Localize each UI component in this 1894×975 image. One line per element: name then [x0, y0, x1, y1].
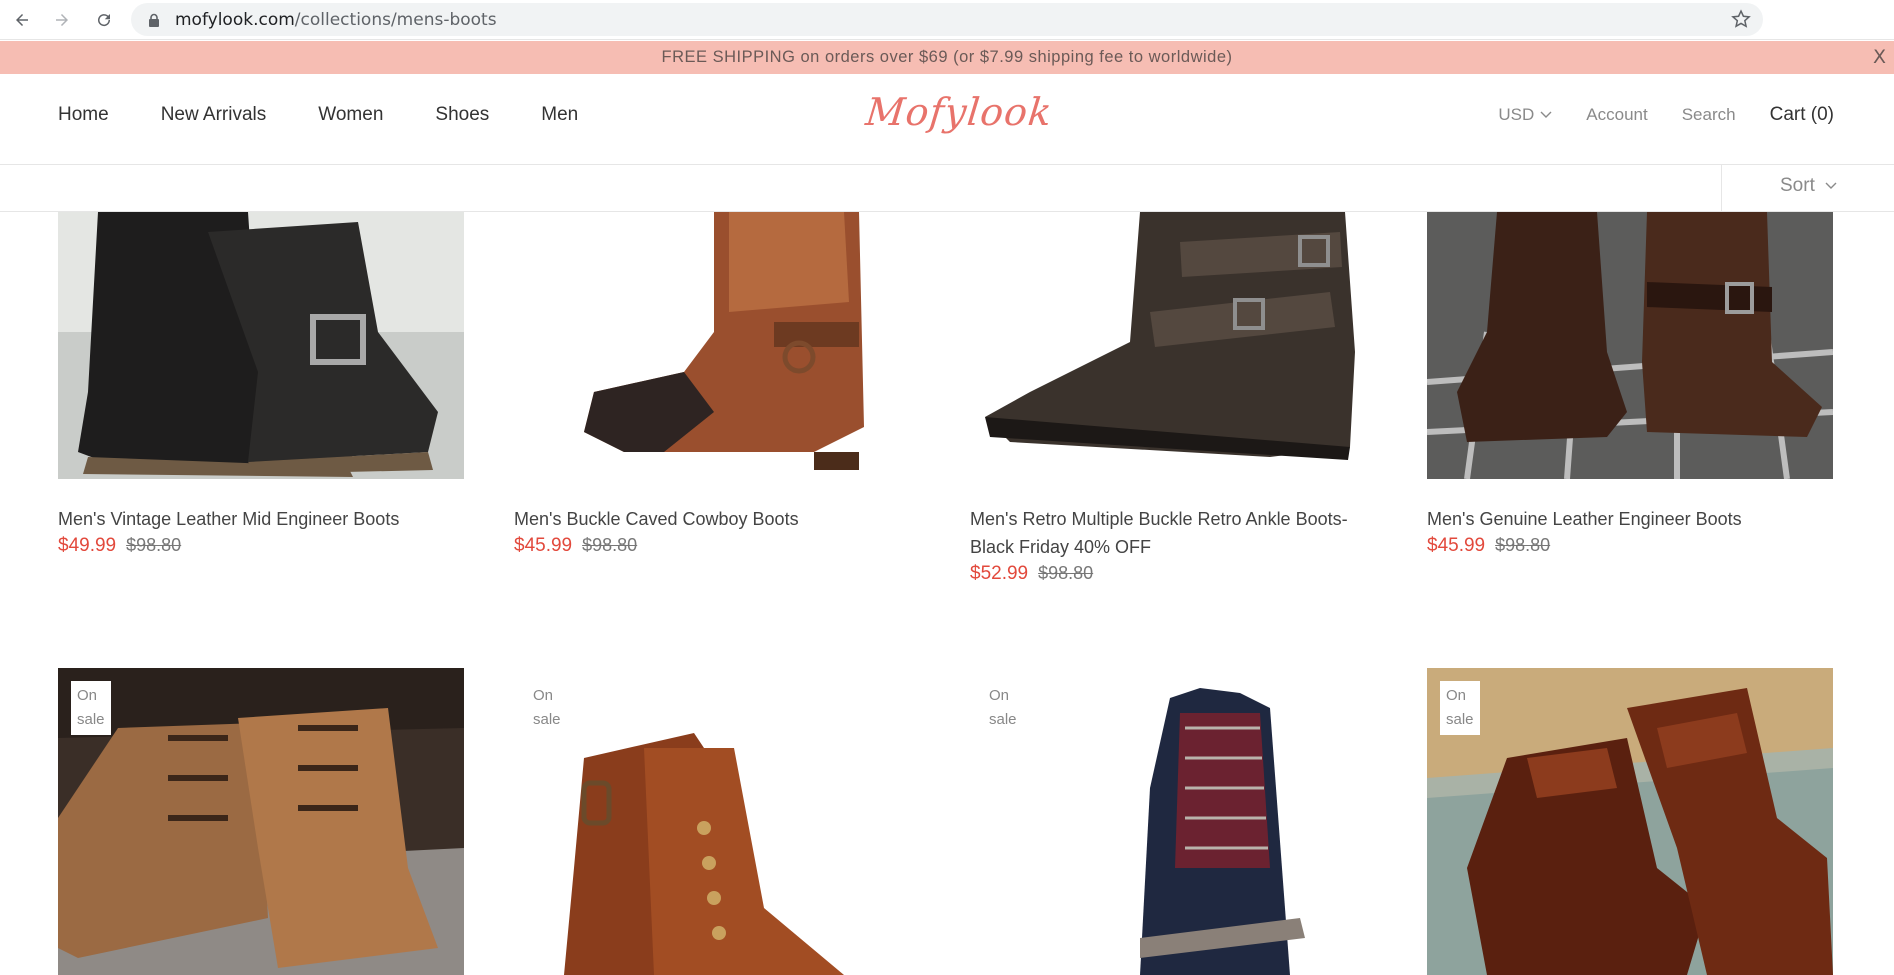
product-info: Men's Buckle Caved Cowboy Boots $45.99 $… [514, 505, 920, 557]
product-card: Men's Retro Multiple Buckle Retro Ankle … [970, 212, 1376, 585]
product-card: Men's Vintage Leather Mid Engineer Boots… [58, 212, 464, 557]
product-title[interactable]: Men's Genuine Leather Engineer Boots [1427, 505, 1833, 533]
back-icon[interactable] [8, 6, 36, 34]
announcement-close-button[interactable]: X [1873, 46, 1886, 68]
nav-shoes[interactable]: Shoes [435, 104, 489, 126]
on-sale-badge: On sale [71, 681, 111, 735]
product-card: On sale [58, 668, 464, 975]
product-image[interactable]: On sale [58, 668, 464, 975]
address-bar[interactable]: mofylook.com/collections/mens-boots [131, 3, 1763, 36]
sale-price: $45.99 [1427, 535, 1486, 556]
announcement-bar: FREE SHIPPING on orders over $69 (or $7.… [0, 41, 1894, 74]
chevron-down-icon [1825, 182, 1837, 189]
product-image[interactable] [1427, 212, 1833, 479]
product-card: On sale [970, 668, 1376, 975]
product-title[interactable]: Men's Vintage Leather Mid Engineer Boots [58, 505, 464, 533]
product-card: On sale [1427, 668, 1833, 975]
nav-new-arrivals[interactable]: New Arrivals [161, 104, 267, 126]
sale-price: $52.99 [970, 563, 1029, 584]
on-sale-badge: On sale [983, 681, 1023, 735]
price-row: $49.99 $98.80 [58, 535, 464, 557]
compare-price: $98.80 [1495, 535, 1551, 555]
chevron-down-icon [1540, 111, 1552, 118]
on-sale-badge: On sale [1440, 681, 1480, 735]
collection-toolbar: Sort [0, 165, 1894, 212]
site-header: Home New Arrivals Women Shoes Men Mofylo… [0, 74, 1894, 165]
product-card: Men's Genuine Leather Engineer Boots $45… [1427, 212, 1833, 557]
browser-toolbar: mofylook.com/collections/mens-boots [0, 0, 1894, 40]
nav-home[interactable]: Home [58, 104, 109, 126]
on-sale-badge: On sale [527, 681, 567, 735]
product-card: On sale [514, 668, 920, 975]
product-card: Men's Buckle Caved Cowboy Boots $45.99 $… [514, 212, 920, 557]
site-logo[interactable]: Mofylook [864, 90, 1055, 134]
product-image[interactable]: On sale [514, 668, 920, 975]
price-row: $45.99 $98.80 [1427, 535, 1833, 557]
sort-label: Sort [1780, 175, 1815, 196]
product-image[interactable]: On sale [1427, 668, 1833, 975]
url-text: mofylook.com/collections/mens-boots [175, 9, 497, 30]
product-image[interactable]: On sale [970, 668, 1376, 975]
product-image[interactable] [970, 212, 1376, 479]
search-link[interactable]: Search [1682, 105, 1736, 125]
nav-women[interactable]: Women [318, 104, 383, 126]
reload-icon[interactable] [90, 6, 118, 34]
product-title[interactable]: Men's Retro Multiple Buckle Retro Ankle … [970, 505, 1376, 561]
main-navigation: Home New Arrivals Women Shoes Men [58, 104, 578, 126]
product-info: Men's Vintage Leather Mid Engineer Boots… [58, 505, 464, 557]
header-actions: USD Account Search Cart (0) [1498, 104, 1834, 126]
bookmark-star-icon[interactable] [1731, 9, 1751, 29]
sale-price: $45.99 [514, 535, 573, 556]
price-row: $52.99 $98.80 [970, 563, 1376, 585]
currency-label: USD [1498, 105, 1535, 124]
product-image[interactable] [58, 212, 464, 479]
product-title[interactable]: Men's Buckle Caved Cowboy Boots [514, 505, 920, 533]
lock-icon [149, 13, 159, 27]
sort-button[interactable]: Sort [1780, 175, 1837, 197]
currency-selector[interactable]: USD [1498, 105, 1552, 125]
product-image[interactable] [514, 212, 920, 479]
forward-icon[interactable] [48, 6, 76, 34]
nav-men[interactable]: Men [541, 104, 578, 126]
sale-price: $49.99 [58, 535, 117, 556]
price-row: $45.99 $98.80 [514, 535, 920, 557]
account-link[interactable]: Account [1586, 105, 1647, 125]
product-info: Men's Genuine Leather Engineer Boots $45… [1427, 505, 1833, 557]
compare-price: $98.80 [1038, 563, 1094, 583]
compare-price: $98.80 [582, 535, 638, 555]
cart-link[interactable]: Cart (0) [1770, 104, 1834, 126]
toolbar-divider [1721, 165, 1722, 212]
compare-price: $98.80 [126, 535, 182, 555]
product-info: Men's Retro Multiple Buckle Retro Ankle … [970, 505, 1376, 585]
announcement-text: FREE SHIPPING on orders over $69 (or $7.… [661, 48, 1233, 66]
